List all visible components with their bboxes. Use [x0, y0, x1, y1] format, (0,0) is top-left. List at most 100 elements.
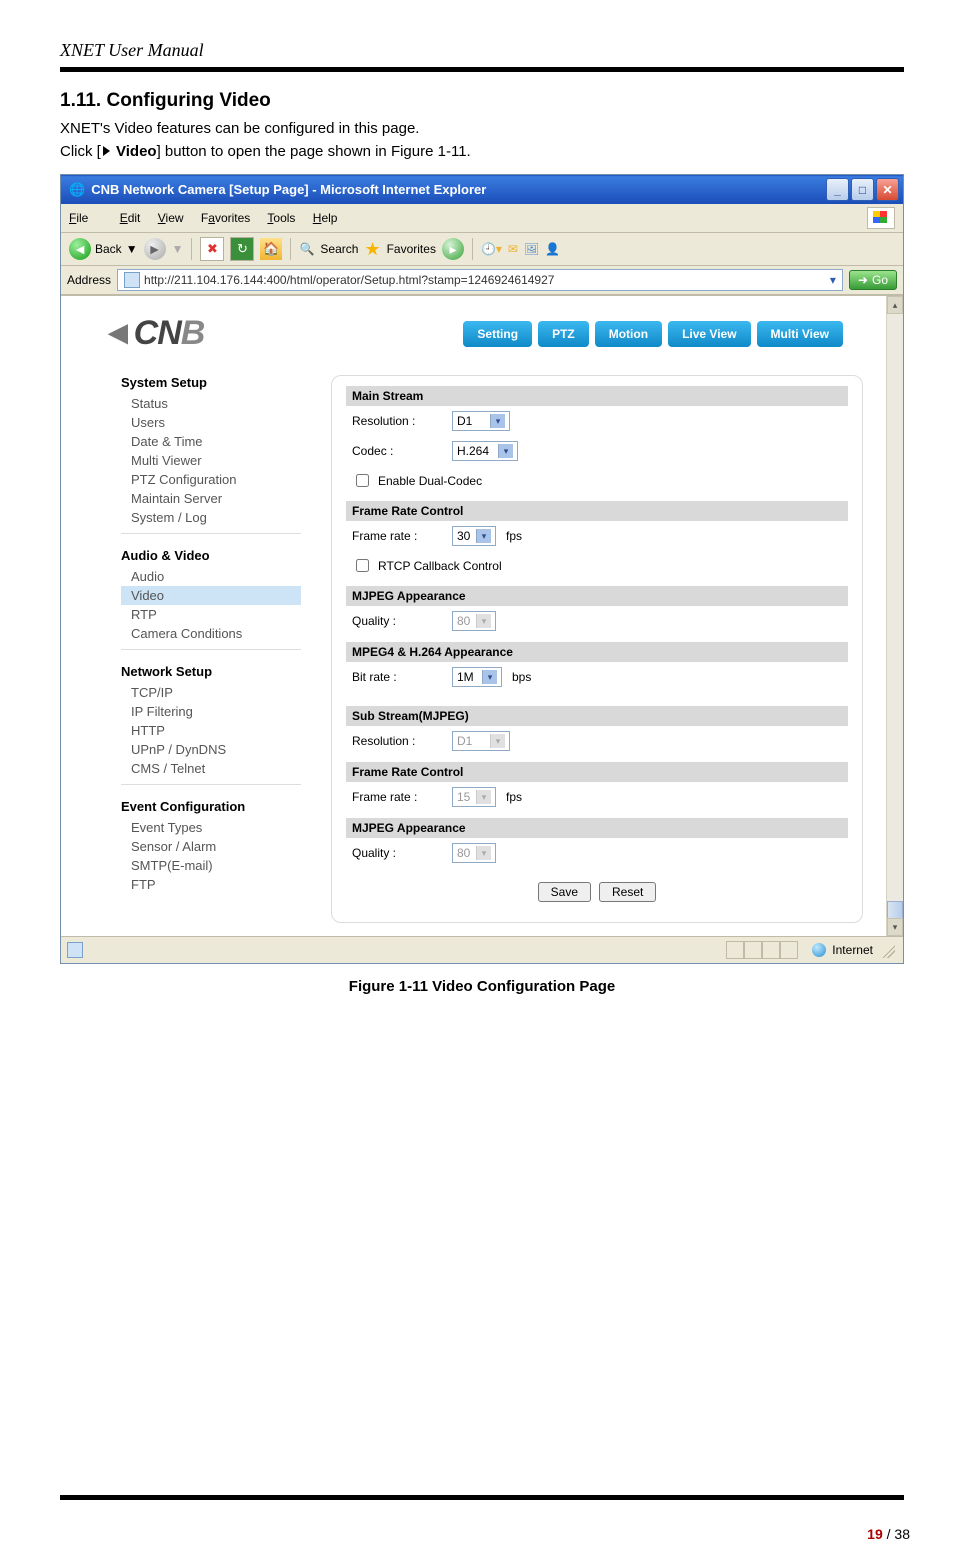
sidebar-item-smtp[interactable]: SMTP(E-mail) — [121, 856, 301, 875]
bitrate-select[interactable]: 1M▾ — [452, 667, 502, 687]
sidebar-item-users[interactable]: Users — [121, 413, 301, 432]
tab-ptz[interactable]: PTZ — [538, 321, 589, 347]
menu-help[interactable]: Help — [313, 211, 338, 225]
sidebar-group-network: Network Setup — [121, 664, 301, 679]
maximize-button[interactable]: □ — [851, 178, 874, 201]
sidebar-item-cms[interactable]: CMS / Telnet — [121, 759, 301, 778]
sidebar-item-tcpip[interactable]: TCP/IP — [121, 683, 301, 702]
framerate-label: Frame rate : — [352, 529, 442, 543]
window-title: CNB Network Camera [Setup Page] - Micros… — [91, 182, 486, 197]
messenger-icon[interactable]: 👤 — [545, 242, 560, 256]
sidebar-item-upnp[interactable]: UPnP / DynDNS — [121, 740, 301, 759]
tab-liveview[interactable]: Live View — [668, 321, 750, 347]
codec-select[interactable]: H.264▾ — [452, 441, 518, 461]
framerate-select[interactable]: 30▾ — [452, 526, 496, 546]
scroll-up-icon[interactable]: ▴ — [887, 296, 903, 314]
page-number: 19 / 38 — [0, 1520, 954, 1558]
settings-panel: Main Stream Resolution : D1▾ Codec : H.2… — [331, 375, 863, 923]
figure-caption: Figure 1-11 Video Configuration Page — [60, 978, 904, 995]
status-cell — [726, 941, 744, 959]
go-button[interactable]: ➜ Go — [849, 270, 897, 290]
tab-motion[interactable]: Motion — [595, 321, 662, 347]
menu-favorites[interactable]: Favorites — [201, 211, 250, 225]
sidebar-item-maintain[interactable]: Maintain Server — [121, 489, 301, 508]
app-icon: 🌐 — [69, 182, 85, 198]
sidebar-item-status[interactable]: Status — [121, 394, 301, 413]
rtcp-checkbox[interactable] — [356, 559, 369, 572]
forward-button[interactable]: ► — [144, 238, 166, 260]
sidebar-group-av: Audio & Video — [121, 548, 301, 563]
rtcp-label: RTCP Callback Control — [378, 559, 502, 573]
scroll-down-icon[interactable]: ▾ — [887, 918, 903, 936]
sidebar-item-systemlog[interactable]: System / Log — [121, 508, 301, 527]
sub-resolution-label: Resolution : — [352, 734, 442, 748]
sidebar-item-audio[interactable]: Audio — [121, 567, 301, 586]
history-icon[interactable]: 🕘▾ — [481, 242, 502, 256]
sidebar-item-camera[interactable]: Camera Conditions — [121, 624, 301, 643]
chevron-down-icon: ▾ — [482, 670, 497, 684]
menu-tools[interactable]: Tools — [267, 211, 295, 225]
sidebar-item-sensor[interactable]: Sensor / Alarm — [121, 837, 301, 856]
status-cell — [762, 941, 780, 959]
cnb-logo: ◄CNBCNB — [101, 314, 204, 353]
sidebar: System Setup Status Users Date & Time Mu… — [121, 375, 301, 923]
reset-button[interactable]: Reset — [599, 882, 656, 902]
search-button[interactable]: Search — [320, 242, 358, 256]
sub-framerate-label: Frame rate : — [352, 790, 442, 804]
sidebar-item-http[interactable]: HTTP — [121, 721, 301, 740]
divider — [60, 1495, 904, 1500]
chevron-down-icon: ▾ — [476, 614, 491, 628]
sidebar-item-datetime[interactable]: Date & Time — [121, 432, 301, 451]
menu-edit[interactable]: Edit — [120, 211, 141, 225]
address-input[interactable]: http://211.104.176.144:400/html/operator… — [117, 269, 843, 291]
stop-button[interactable]: ✖ — [200, 237, 224, 261]
status-cell — [780, 941, 798, 959]
search-icon: 🔍 — [299, 242, 314, 256]
scroll-thumb[interactable] — [887, 901, 903, 919]
resolution-select[interactable]: D1▾ — [452, 411, 510, 431]
close-button[interactable]: ✕ — [876, 178, 899, 201]
chevron-down-icon: ▾ — [476, 790, 491, 804]
divider — [60, 67, 904, 72]
sidebar-group-event: Event Configuration — [121, 799, 301, 814]
home-button[interactable]: 🏠 — [260, 238, 282, 260]
refresh-button[interactable]: ↻ — [230, 237, 254, 261]
globe-icon — [812, 943, 826, 957]
sidebar-item-rtp[interactable]: RTP — [121, 605, 301, 624]
scrollbar[interactable]: ▴ ▾ — [886, 296, 903, 936]
chevron-down-icon[interactable]: ▾ — [830, 273, 836, 287]
sidebar-item-ptzconfig[interactable]: PTZ Configuration — [121, 470, 301, 489]
back-button[interactable]: ◄Back ▼ — [69, 238, 138, 260]
sidebar-item-ftp[interactable]: FTP — [121, 875, 301, 894]
chevron-down-icon: ▾ — [490, 734, 505, 748]
media-button[interactable]: ▸ — [442, 238, 464, 260]
menu-file[interactable]: File — [69, 211, 102, 225]
save-button[interactable]: Save — [538, 882, 591, 902]
star-icon: ★ — [364, 239, 380, 260]
fps-unit: fps — [506, 529, 522, 543]
section-mpeg4: MPEG4 & H.264 Appearance — [346, 642, 848, 662]
menu-view[interactable]: View — [158, 211, 184, 225]
tab-setting[interactable]: Setting — [463, 321, 532, 347]
sidebar-item-eventtypes[interactable]: Event Types — [121, 818, 301, 837]
bitrate-label: Bit rate : — [352, 670, 442, 684]
sidebar-item-ipfilter[interactable]: IP Filtering — [121, 702, 301, 721]
sidebar-item-multiviewer[interactable]: Multi Viewer — [121, 451, 301, 470]
click-prefix: Click [ — [60, 143, 101, 160]
fps-unit2: fps — [506, 790, 522, 804]
mail-icon[interactable]: ✉ — [508, 242, 518, 256]
minimize-button[interactable]: _ — [826, 178, 849, 201]
print-icon[interactable]: 🖼 — [524, 242, 539, 256]
menubar: File Edit View Favorites Tools Help — [61, 204, 903, 233]
section-mjpeg: MJPEG Appearance — [346, 586, 848, 606]
content-viewport: ◄CNBCNB Setting PTZ Motion Live View Mul… — [61, 295, 903, 936]
enable-dual-checkbox[interactable] — [356, 474, 369, 487]
tab-multiview[interactable]: Multi View — [757, 321, 843, 347]
favorites-button[interactable]: Favorites — [387, 242, 436, 256]
sidebar-item-video[interactable]: Video — [121, 586, 301, 605]
resize-grip-icon[interactable] — [879, 942, 895, 958]
address-label: Address — [67, 273, 111, 287]
section-heading: 1.11. Configuring Video — [60, 90, 904, 112]
sub-quality-label: Quality : — [352, 846, 442, 860]
sub-resolution-select: D1▾ — [452, 731, 510, 751]
